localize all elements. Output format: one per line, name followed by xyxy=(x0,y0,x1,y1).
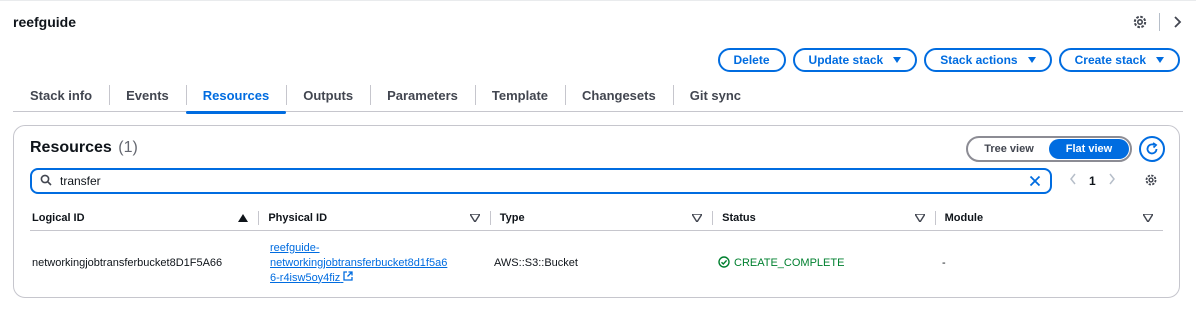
status-text: CREATE_COMPLETE xyxy=(734,257,845,269)
sort-ascending-icon xyxy=(238,213,249,225)
sort-icon xyxy=(1141,213,1155,225)
sort-icon xyxy=(690,213,704,225)
search-value: transfer xyxy=(60,174,101,188)
gear-icon[interactable] xyxy=(1131,13,1149,31)
physical-id-line: networkingjobtransferbucket8d1f5a6 xyxy=(270,256,448,269)
search-input[interactable]: transfer xyxy=(30,168,1052,194)
delete-button[interactable]: Delete xyxy=(717,48,786,72)
cell-status: CREATE_COMPLETE xyxy=(716,255,940,271)
close-icon[interactable] xyxy=(1028,174,1042,188)
sort-icon xyxy=(913,213,926,225)
tree-view-option[interactable]: Tree view xyxy=(969,139,1049,159)
top-border xyxy=(0,0,1196,1)
table-header: Logical ID Physical ID Type Status Modul… xyxy=(30,206,1163,230)
physical-id-link[interactable]: reefguide- networkingjobtransferbucket8d… xyxy=(270,241,492,286)
cell-physical-id: reefguide- networkingjobtransferbucket8d… xyxy=(268,241,492,286)
sort-icon xyxy=(468,213,481,225)
header-tools xyxy=(1131,13,1184,31)
page-number[interactable]: 1 xyxy=(1089,174,1096,188)
tab-stack-info[interactable]: Stack info xyxy=(13,79,109,112)
resources-panel: Resources (1) Tree view Flat view transf… xyxy=(13,125,1180,298)
stack-actions-label: Stack actions xyxy=(940,53,1018,67)
create-stack-button[interactable]: Create stack xyxy=(1058,48,1180,72)
search-icon xyxy=(40,174,52,189)
tab-git-sync[interactable]: Git sync xyxy=(672,79,758,112)
column-label: Module xyxy=(944,212,984,224)
update-stack-label: Update stack xyxy=(808,53,884,67)
gear-icon[interactable] xyxy=(1144,173,1158,190)
column-header-logical-id[interactable]: Logical ID xyxy=(30,206,258,230)
panel-title: Resources (1) xyxy=(30,139,138,157)
tab-events[interactable]: Events xyxy=(109,79,186,112)
stack-tabs: Stack info Events Resources Outputs Para… xyxy=(13,79,1183,114)
success-check-icon xyxy=(718,255,730,271)
tab-parameters[interactable]: Parameters xyxy=(370,79,475,112)
cell-logical-id: networkingjobtransferbucket8D1F5A66 xyxy=(32,257,223,269)
chevron-right-icon[interactable] xyxy=(1108,173,1116,188)
column-label: Logical ID xyxy=(32,212,85,224)
divider xyxy=(1159,13,1160,31)
flat-view-option[interactable]: Flat view xyxy=(1049,139,1129,159)
refresh-button[interactable] xyxy=(1139,136,1165,162)
refresh-icon xyxy=(1146,142,1158,155)
caret-down-icon xyxy=(893,57,902,63)
tab-outputs[interactable]: Outputs xyxy=(286,79,370,112)
column-header-module[interactable]: Module xyxy=(934,206,1163,230)
create-stack-label: Create stack xyxy=(1074,53,1146,67)
stack-actions-button[interactable]: Stack actions xyxy=(924,48,1052,72)
column-label: Status xyxy=(722,212,756,224)
header-divider xyxy=(30,230,1163,231)
column-header-physical-id[interactable]: Physical ID xyxy=(258,206,489,230)
chevron-right-icon[interactable] xyxy=(1170,13,1184,31)
table-row: networkingjobtransferbucket8D1F5A66 reef… xyxy=(30,238,1163,288)
tab-template[interactable]: Template xyxy=(474,79,565,112)
cell-module: - xyxy=(942,257,946,269)
pagination: 1 xyxy=(1069,173,1116,188)
column-label: Physical ID xyxy=(268,212,328,224)
stack-actions-bar: Delete Update stack Stack actions Create… xyxy=(717,48,1180,72)
column-label: Type xyxy=(499,212,525,224)
view-toggle: Tree view Flat view xyxy=(966,136,1132,162)
caret-down-icon xyxy=(1156,57,1164,63)
tab-changesets[interactable]: Changesets xyxy=(565,79,673,112)
tab-resources[interactable]: Resources xyxy=(185,79,287,114)
external-link-icon xyxy=(343,270,354,284)
physical-id-line: reefguide- xyxy=(270,241,320,254)
resources-heading: Resources xyxy=(30,139,112,156)
cell-type: AWS::S3::Bucket xyxy=(494,257,578,269)
resource-count: (1) xyxy=(118,139,138,156)
column-header-status[interactable]: Status xyxy=(712,206,934,230)
column-header-type[interactable]: Type xyxy=(489,206,712,230)
caret-down-icon xyxy=(1027,57,1036,63)
chevron-left-icon[interactable] xyxy=(1069,173,1077,188)
physical-id-line: 6-r4isw5oy4fiz xyxy=(270,271,341,284)
stack-title: reefguide xyxy=(13,14,77,30)
update-stack-button[interactable]: Update stack xyxy=(792,48,918,72)
delete-label: Delete xyxy=(733,53,770,67)
